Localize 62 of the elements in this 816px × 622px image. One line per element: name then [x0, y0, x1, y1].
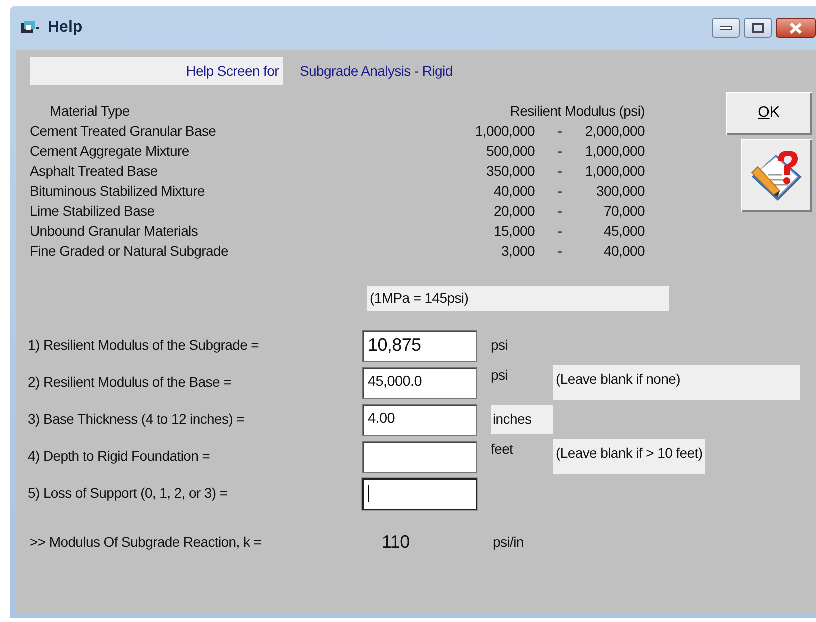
maximize-icon: [752, 23, 764, 33]
field-label: 1) Resilient Modulus of the Subgrade =: [28, 336, 260, 355]
input-field[interactable]: 10,875: [362, 330, 477, 362]
modulus-value: 1,000,000: [474, 122, 535, 141]
header-label-box: Help Screen for: [30, 57, 283, 85]
window-title: Help: [48, 18, 83, 38]
app-icon: [20, 20, 42, 36]
modulus-value: 500,000: [485, 142, 535, 161]
result-label: >> Modulus Of Subgrade Reaction, k =: [30, 533, 263, 552]
material-name: Bituminous Stabilized Mixture: [30, 182, 206, 201]
field-label: 3) Base Thickness (4 to 12 inches) =: [28, 410, 246, 429]
modulus-value: 1,000,000: [585, 162, 645, 181]
field-label: 5) Loss of Support (0, 1, 2, or 3) =: [28, 484, 229, 503]
modulus-value: 350,000: [485, 162, 535, 181]
input-field[interactable]: 45,000.0: [362, 366, 477, 398]
modulus-value: 70,000: [602, 202, 645, 221]
hint-note: (Leave blank if none): [553, 365, 800, 400]
material-name: Lime Stabilized Base: [30, 202, 156, 221]
modulus-value: 20,000: [492, 202, 535, 221]
modulus-value: 1,000,000: [585, 142, 645, 161]
unit-label: inches: [491, 405, 553, 434]
ok-button[interactable]: OK: [726, 92, 812, 135]
range-dash: -: [556, 162, 564, 181]
input-field[interactable]: [362, 478, 477, 510]
minimize-icon: [720, 25, 732, 31]
modulus-value: 40,000: [602, 242, 645, 261]
range-dash: -: [556, 142, 564, 161]
close-icon: [789, 22, 803, 34]
material-name: Asphalt Treated Base: [30, 162, 159, 181]
material-name: Unbound Granular Materials: [30, 222, 200, 241]
unit-label: feet: [491, 440, 514, 459]
range-dash: -: [556, 122, 564, 141]
range-dash: -: [556, 202, 564, 221]
range-dash: -: [556, 242, 564, 261]
help-button[interactable]: [741, 139, 812, 212]
column-header: Resilient Modulus (psi): [509, 102, 645, 121]
maximize-button[interactable]: [744, 18, 772, 38]
material-name: Fine Graded or Natural Subgrade: [30, 242, 230, 261]
modulus-value: 45,000: [602, 222, 645, 241]
hint-note: (Leave blank if > 10 feet): [553, 439, 705, 474]
material-name: Cement Aggregate Mixture: [30, 142, 190, 161]
range-dash: -: [556, 222, 564, 241]
modulus-value: 2,000,000: [585, 122, 645, 141]
range-dash: -: [556, 182, 564, 201]
modulus-value: 300,000: [595, 182, 645, 201]
unit-label: psi/in: [493, 533, 525, 552]
topic-title: Subgrade Analysis - Rigid: [300, 62, 453, 81]
material-name: Cement Treated Granular Base: [30, 122, 218, 141]
close-button[interactable]: [776, 18, 816, 38]
modulus-value: 3,000: [500, 242, 535, 261]
column-header: Material Type: [49, 102, 131, 121]
modulus-value: 15,000: [492, 222, 535, 241]
modulus-value: 40,000: [492, 182, 535, 201]
input-field[interactable]: [362, 440, 477, 472]
result-value: 110: [381, 531, 411, 554]
input-field[interactable]: 4.00: [362, 404, 477, 436]
minimize-button[interactable]: [712, 18, 740, 38]
field-label: 4) Depth to Rigid Foundation =: [28, 447, 212, 466]
conversion-note: (1MPa = 145psi): [367, 286, 669, 311]
field-label: 2) Resilient Modulus of the Base =: [28, 373, 232, 392]
unit-label: psi: [491, 336, 509, 355]
unit-label: psi: [491, 366, 509, 385]
